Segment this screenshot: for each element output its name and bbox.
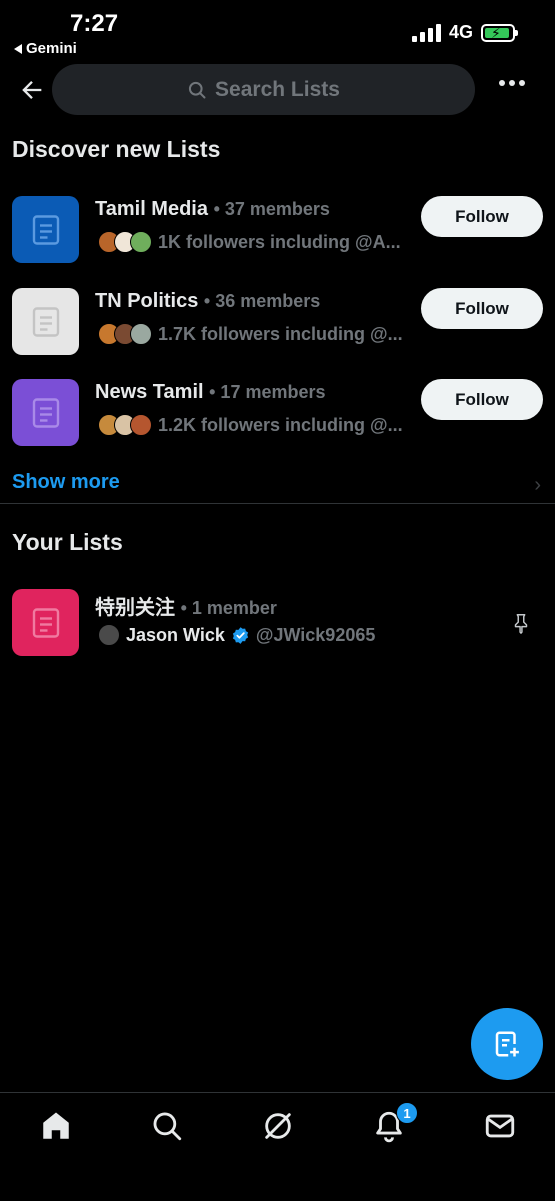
- new-list-icon: [495, 1031, 519, 1057]
- list-icon: [12, 196, 79, 263]
- status-time: 7:27: [70, 10, 119, 37]
- follower-avatars: [98, 323, 152, 345]
- discover-list-item[interactable]: Tamil Media • 37 members 1K followers in…: [0, 195, 555, 285]
- back-to-app-link[interactable]: Gemini: [14, 40, 77, 57]
- follower-avatars: [98, 414, 152, 436]
- list-name: TN Politics • 36 members: [95, 290, 321, 312]
- followers-text: 1K followers including @A...: [158, 231, 401, 252]
- status-indicators: 4G ⚡: [411, 22, 518, 43]
- your-lists-heading: Your Lists: [12, 529, 123, 555]
- list-name: News Tamil • 17 members: [95, 381, 326, 403]
- back-triangle-icon: [14, 43, 22, 54]
- list-icon: [12, 379, 79, 446]
- divider: [0, 503, 555, 504]
- battery-icon: ⚡: [481, 23, 518, 42]
- follower-avatars: [98, 231, 152, 253]
- follow-button[interactable]: Follow: [421, 379, 543, 420]
- create-list-button[interactable]: [471, 1008, 543, 1080]
- follow-button[interactable]: Follow: [421, 196, 543, 237]
- network-type: 4G: [448, 22, 473, 42]
- list-followers: 1.7K followers including @...: [98, 323, 408, 345]
- bottom-tab-bar: [0, 1092, 555, 1201]
- member-count: • 36 members: [203, 291, 321, 311]
- discover-list-item[interactable]: News Tamil • 17 members 1.2K followers i…: [0, 378, 555, 468]
- list-followers: 1.2K followers including @...: [98, 414, 408, 436]
- home-icon[interactable]: [39, 1109, 73, 1143]
- your-list-item[interactable]: 特别关注 • 1 member Jason Wick @JWick92065: [0, 588, 555, 678]
- member-count: • 1 member: [180, 598, 277, 618]
- member-count: • 17 members: [209, 382, 326, 402]
- list-followers: 1K followers including @A...: [98, 231, 408, 253]
- chevron-right-icon: ›: [534, 474, 541, 496]
- followers-text: 1.2K followers including @...: [158, 414, 403, 435]
- back-arrow-icon[interactable]: [18, 76, 46, 104]
- notification-badge: 1: [396, 1102, 418, 1124]
- search-placeholder: Search Lists: [215, 77, 340, 101]
- search-lists-input[interactable]: Search Lists: [52, 64, 475, 115]
- pin-icon[interactable]: [510, 612, 532, 634]
- avatar: [98, 624, 120, 646]
- list-icon: [12, 589, 79, 656]
- back-app-label: Gemini: [26, 40, 77, 57]
- search-icon[interactable]: [150, 1109, 184, 1143]
- discover-list-item[interactable]: TN Politics • 36 members 1.7K followers …: [0, 287, 555, 377]
- grok-icon[interactable]: [261, 1109, 295, 1143]
- followers-text: 1.7K followers including @...: [158, 323, 403, 344]
- avatar: [130, 323, 152, 345]
- owner-handle: @JWick92065: [255, 624, 376, 645]
- owner-name: Jason Wick: [126, 624, 225, 645]
- signal-icon: [411, 23, 441, 42]
- more-options-icon[interactable]: [499, 80, 525, 86]
- list-name: 特别关注 • 1 member: [95, 597, 277, 619]
- show-more-link[interactable]: Show more: [12, 471, 120, 494]
- search-icon: [188, 81, 206, 98]
- discover-heading: Discover new Lists: [12, 136, 221, 162]
- member-count: • 37 members: [213, 199, 330, 219]
- messages-icon[interactable]: [483, 1109, 517, 1143]
- follow-button[interactable]: Follow: [421, 288, 543, 329]
- list-owner: Jason Wick @JWick92065: [98, 624, 408, 646]
- list-icon: [12, 288, 79, 355]
- avatar: [130, 231, 152, 253]
- list-name: Tamil Media • 37 members: [95, 198, 330, 220]
- avatar: [130, 414, 152, 436]
- verified-badge-icon: [232, 626, 248, 644]
